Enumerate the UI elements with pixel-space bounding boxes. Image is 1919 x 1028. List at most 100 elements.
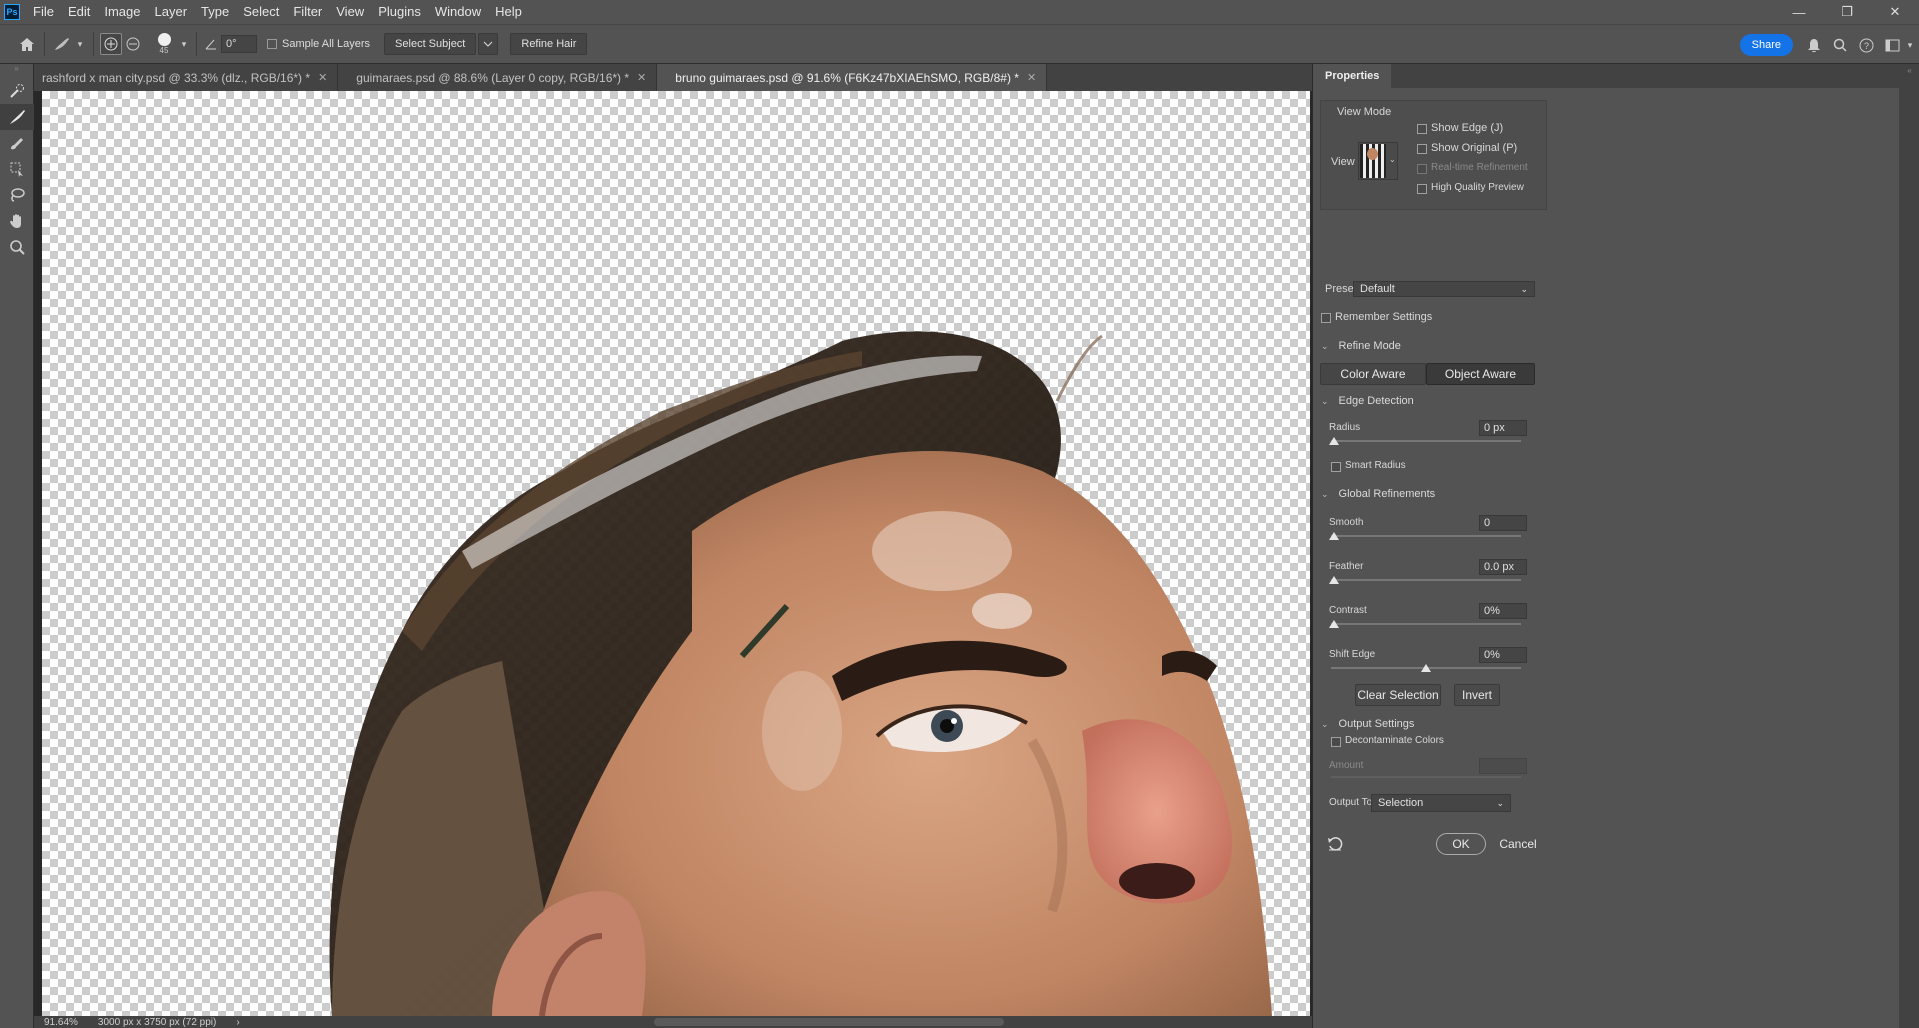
feather-slider[interactable] [1331,579,1521,581]
smooth-input[interactable]: 0 [1479,515,1527,531]
show-edge-checkbox[interactable] [1417,124,1427,134]
global-refinements-heading[interactable]: ⌄ Global Refinements [1321,488,1435,500]
output-to-label: Output To [1329,797,1373,808]
radius-slider[interactable] [1331,440,1521,442]
contrast-slider-handle[interactable] [1329,620,1339,628]
notifications-bell-icon[interactable] [1803,34,1825,56]
document-canvas[interactable] [42,91,1310,1016]
output-settings-heading[interactable]: ⌄ Output Settings [1321,718,1414,730]
contrast-input[interactable]: 0% [1479,603,1527,619]
properties-panel: Properties View Mode View ⌄ Show Edge (J… [1312,64,1919,1028]
menu-layer[interactable]: Layer [148,0,195,24]
sample-all-layers-checkbox[interactable]: Sample All Layers [267,38,370,50]
options-bar: ▾ 45 ▾ 0° Sample All Layers Select Subje… [0,24,1919,64]
object-aware-button[interactable]: Object Aware [1426,363,1535,385]
toolbar-collapse-icon[interactable]: » [0,64,33,78]
menu-plugins[interactable]: Plugins [371,0,428,24]
object-selection-tool-icon[interactable] [0,156,34,182]
shift-edge-input[interactable]: 0% [1479,647,1527,663]
view-thumbnail-icon [1360,144,1386,178]
close-tab-icon[interactable]: ✕ [637,71,646,84]
menu-help[interactable]: Help [488,0,529,24]
decontaminate-colors-checkbox[interactable] [1331,737,1341,747]
close-icon[interactable]: ✕ [1871,0,1919,24]
feather-slider-handle[interactable] [1329,576,1339,584]
contrast-label: Contrast [1329,605,1367,616]
menu-view[interactable]: View [329,0,371,24]
refine-hair-button[interactable]: Refine Hair [510,33,588,55]
reset-workspace-icon[interactable] [1327,836,1343,852]
shift-edge-slider-handle[interactable] [1421,664,1431,672]
close-tab-icon[interactable]: ✕ [318,71,327,84]
edge-detection-heading[interactable]: ⌄ Edge Detection [1321,395,1414,407]
invert-button[interactable]: Invert [1454,684,1500,706]
menu-type[interactable]: Type [194,0,236,24]
quick-selection-tool-icon[interactable] [0,78,34,104]
tool-preset-chevron-icon[interactable]: ▾ [73,33,87,55]
chevron-down-icon: ⌄ [1496,797,1504,808]
help-icon[interactable]: ? [1855,34,1877,56]
brush-chevron-icon[interactable]: ▾ [178,33,190,55]
chevron-down-icon: ⌄ [1520,283,1528,294]
feather-input[interactable]: 0.0 px [1479,559,1527,575]
view-mode-dropdown[interactable]: ⌄ [1358,142,1398,180]
workspace-chevron-icon[interactable]: ▾ [1903,34,1917,56]
output-to-dropdown[interactable]: Selection ⌄ [1371,794,1511,812]
close-tab-icon[interactable]: ✕ [1027,71,1036,84]
show-original-checkbox[interactable] [1417,144,1427,154]
smooth-label: Smooth [1329,517,1364,528]
status-menu-chevron-icon[interactable]: › [236,1017,239,1028]
radius-slider-handle[interactable] [1329,437,1339,445]
select-subject-dropdown-icon[interactable] [478,33,499,55]
color-aware-button[interactable]: Color Aware [1320,363,1426,385]
refine-brush-tool-icon[interactable] [51,33,73,55]
ok-button[interactable]: OK [1436,833,1486,855]
smooth-slider-handle[interactable] [1329,532,1339,540]
home-icon[interactable] [16,33,38,55]
clear-selection-button[interactable]: Clear Selection [1355,684,1441,706]
preset-dropdown[interactable]: Default ⌄ [1353,281,1535,297]
minimize-icon[interactable]: — [1775,0,1823,24]
view-chevron-icon: ⌄ [1389,155,1396,164]
menu-image[interactable]: Image [97,0,147,24]
angle-input[interactable]: 0° [221,35,257,53]
subtract-from-selection-icon[interactable] [122,33,144,55]
realtime-refinement-checkbox [1417,164,1427,174]
cancel-button[interactable]: Cancel [1493,833,1543,855]
select-subject-button[interactable]: Select Subject [384,33,477,55]
menu-edit[interactable]: Edit [61,0,97,24]
angle-icon [203,33,219,55]
tab-rashford[interactable]: rashford x man city.psd @ 33.3% (dlz., R… [34,64,339,91]
brush-size-value: 45 [159,46,169,55]
zoom-level[interactable]: 91.64% [44,1017,78,1028]
restore-icon[interactable]: ❐ [1823,0,1871,24]
search-icon[interactable] [1829,34,1851,56]
tab-guimaraes[interactable]: guimaraes.psd @ 88.6% (Layer 0 copy, RGB… [338,64,658,91]
tab-bruno-guimaraes[interactable]: bruno guimaraes.psd @ 91.6% (F6Kz47bXIAE… [657,64,1048,91]
add-to-selection-icon[interactable] [100,33,122,55]
menu-file[interactable]: File [26,0,61,24]
contrast-slider[interactable] [1331,623,1521,625]
refine-edge-brush-tool-icon[interactable] [0,104,34,130]
menu-window[interactable]: Window [428,0,488,24]
workspace-icon[interactable] [1881,34,1903,56]
smart-radius-checkbox[interactable] [1331,462,1341,472]
menu-filter[interactable]: Filter [286,0,329,24]
radius-input[interactable]: 0 px [1479,420,1527,436]
zoom-tool-icon[interactable] [0,234,34,260]
brush-size-picker[interactable]: 45 [150,28,178,60]
tools-panel: » [0,64,34,1028]
menu-select[interactable]: Select [236,0,286,24]
high-quality-preview-checkbox[interactable] [1417,184,1427,194]
share-button[interactable]: Share [1739,34,1793,56]
brush-preview-icon [157,33,171,46]
panel-collapse-icon[interactable]: « [1899,66,1919,75]
tab-properties[interactable]: Properties [1313,64,1392,88]
lasso-tool-icon[interactable] [0,182,34,208]
horizontal-scroll-thumb[interactable] [654,1018,1004,1026]
hand-tool-icon[interactable] [0,208,34,234]
smooth-slider[interactable] [1331,535,1521,537]
brush-tool-icon[interactable] [0,130,34,156]
remember-settings-checkbox[interactable] [1321,313,1331,323]
refine-mode-heading[interactable]: ⌄ Refine Mode [1321,340,1401,352]
